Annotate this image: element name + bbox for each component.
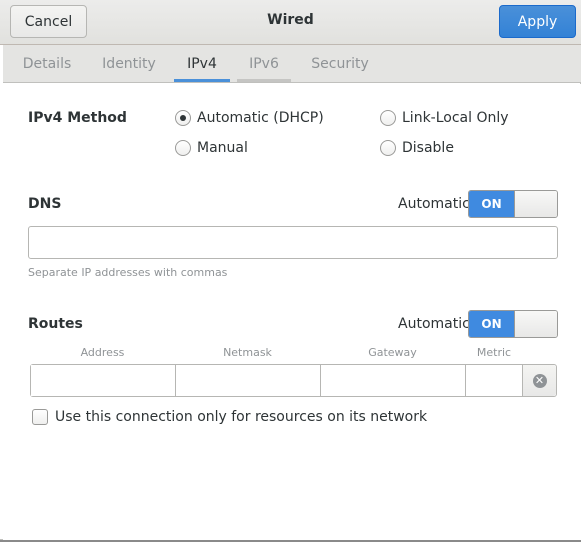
dns-hint: Separate IP addresses with commas: [28, 266, 228, 279]
dns-automatic-switch[interactable]: ON: [468, 190, 558, 218]
switch-knob: [514, 311, 557, 337]
dns-automatic-label: Automatic: [398, 196, 470, 212]
routes-automatic-switch[interactable]: ON: [468, 310, 558, 338]
clear-icon: ✕: [532, 373, 547, 388]
ipv4-page: IPv4 Method Automatic (DHCP) Link-Local …: [3, 84, 581, 540]
column-netmask: Netmask: [223, 346, 272, 359]
routes-label: Routes: [28, 316, 83, 332]
routes-automatic-label: Automatic: [398, 316, 470, 332]
radio-label: Disable: [402, 140, 454, 156]
switch-on-label: ON: [469, 311, 514, 337]
header-bar: Cancel Wired Apply: [0, 0, 581, 45]
radio-manual[interactable]: Manual: [175, 140, 248, 156]
radio-label: Automatic (DHCP): [197, 110, 324, 126]
column-gateway: Gateway: [368, 346, 417, 359]
ipv4-method-label: IPv4 Method: [28, 110, 127, 126]
tab-security[interactable]: Security: [301, 45, 379, 82]
dialog-title: Wired: [267, 12, 314, 28]
dns-servers-input[interactable]: [28, 226, 558, 259]
tab-ipv4[interactable]: IPv4: [174, 45, 230, 82]
delete-route-button[interactable]: ✕: [523, 365, 556, 396]
route-metric-input[interactable]: [466, 365, 523, 396]
column-metric: Metric: [476, 346, 512, 359]
route-netmask-input[interactable]: [176, 365, 321, 396]
dns-label: DNS: [28, 196, 62, 212]
radio-unchecked-icon: [380, 110, 396, 126]
apply-button[interactable]: Apply: [499, 5, 576, 38]
connection-dialog: Cancel Wired Apply Details Identity IPv4…: [0, 0, 581, 540]
route-gateway-input[interactable]: [321, 365, 466, 396]
radio-unchecked-icon: [380, 140, 396, 156]
route-address-input[interactable]: [31, 365, 176, 396]
radio-unchecked-icon: [175, 140, 191, 156]
checkbox-unchecked-icon: [32, 409, 48, 425]
tab-details[interactable]: Details: [12, 45, 82, 82]
route-row: ✕: [30, 364, 557, 397]
cancel-button[interactable]: Cancel: [10, 5, 87, 38]
radio-disable[interactable]: Disable: [380, 140, 454, 156]
switch-knob: [514, 191, 557, 217]
resources-only-label: Use this connection only for resources o…: [55, 409, 428, 425]
tab-bar: Details Identity IPv4 IPv6 Security: [3, 45, 581, 83]
switch-on-label: ON: [469, 191, 514, 217]
radio-checked-icon: [175, 110, 191, 126]
radio-automatic-dhcp[interactable]: Automatic (DHCP): [175, 110, 324, 126]
radio-link-local-only[interactable]: Link-Local Only: [380, 110, 509, 126]
column-address: Address: [80, 346, 125, 359]
radio-label: Link-Local Only: [402, 110, 509, 126]
resources-only-checkbox[interactable]: Use this connection only for resources o…: [32, 409, 427, 425]
tab-ipv6[interactable]: IPv6: [237, 45, 291, 82]
radio-label: Manual: [197, 140, 248, 156]
tab-identity[interactable]: Identity: [95, 45, 163, 82]
